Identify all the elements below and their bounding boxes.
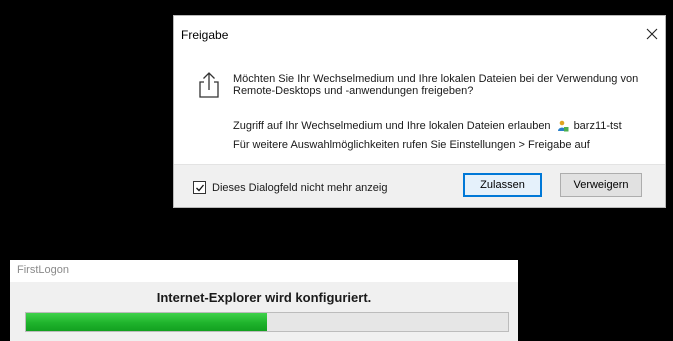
firstlogon-window: FirstLogon Internet-Explorer wird konfig…	[10, 260, 518, 341]
more-options-text: Für weitere Auswahlmöglichkeiten rufen S…	[233, 139, 590, 151]
access-line: Zugriff auf Ihr Wechselmedium und Ihre l…	[233, 120, 653, 132]
dont-show-again-option[interactable]: Dieses Dialogfeld nicht mehr anzeig	[193, 181, 387, 194]
allow-button[interactable]: Zulassen	[463, 173, 542, 197]
progress-fill	[26, 313, 267, 331]
share-icon	[198, 71, 220, 99]
dialog-footer: Dieses Dialogfeld nicht mehr anzeig Zula…	[174, 164, 665, 207]
user-drive-icon	[557, 120, 569, 132]
firstlogon-status: Internet-Explorer wird konfiguriert.	[156, 290, 372, 305]
access-text: Zugriff auf Ihr Wechselmedium und Ihre l…	[233, 120, 551, 132]
desktop-screen: Freigabe Möchten Sie Ihr Wechselmedium u…	[0, 0, 673, 341]
dont-show-again-checkbox[interactable]	[193, 181, 206, 194]
dialog-title: Freigabe	[181, 28, 229, 42]
sharing-dialog: Freigabe Möchten Sie Ihr Wechselmedium u…	[173, 15, 666, 208]
dialog-message: Möchten Sie Ihr Wechselmedium und Ihre l…	[233, 73, 639, 97]
close-icon[interactable]	[640, 23, 664, 45]
progress-bar	[25, 312, 509, 332]
dont-show-again-label: Dieses Dialogfeld nicht mehr anzeig	[212, 181, 388, 194]
firstlogon-title: FirstLogon	[10, 260, 518, 282]
device-name: barz11-tst	[573, 120, 622, 132]
deny-button[interactable]: Verweigern	[560, 173, 642, 197]
